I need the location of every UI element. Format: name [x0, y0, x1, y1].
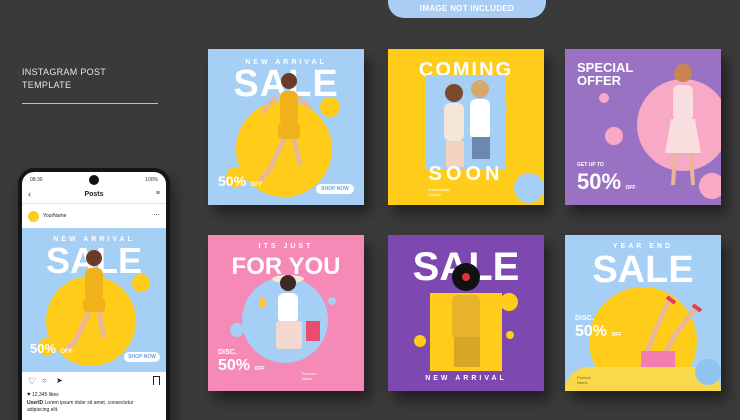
- card-note: Enthusiastic Started: [428, 187, 450, 197]
- get-up-to-label: GET UP TO: [577, 162, 604, 168]
- price-block: 50% OFF: [577, 169, 636, 195]
- yellow-ball: [506, 331, 514, 339]
- product-name-note: Product Name: [577, 375, 591, 385]
- disc-label: DISC.: [218, 349, 237, 356]
- price-value: 50%: [218, 357, 251, 374]
- canvas: IMAGE NOT INCLUDED INSTAGRAM POST TEMPLA…: [0, 0, 740, 420]
- two-models-figure: [444, 80, 490, 167]
- product-name-note: Product Name: [302, 371, 316, 381]
- caption: UserID Lorem ipsum dolor sit amet, conse…: [27, 400, 133, 406]
- price-block: 50% OFF: [575, 323, 621, 341]
- blue-ball: [328, 297, 336, 305]
- price-suffix: OFF: [625, 185, 636, 191]
- status-time: 08:30: [30, 177, 43, 183]
- post-card-new-arrival[interactable]: NEW ARRIVAL SALE 50% OFF SHOP NOW: [208, 49, 364, 205]
- card-kicker: ITS JUST: [258, 243, 314, 250]
- price-suffix: OFF: [611, 332, 622, 338]
- post-card-coming-soon[interactable]: COMING SOON Enthusiastic Started: [388, 49, 544, 205]
- image-not-included-tag: IMAGE NOT INCLUDED: [388, 0, 546, 18]
- post-price-suffix: OFF: [60, 349, 73, 355]
- shop-now-button[interactable]: SHOP NOW: [316, 184, 354, 194]
- yellow-ball: [500, 293, 518, 311]
- post-card-for-you[interactable]: ITS JUST FOR YOU DISC. 50% OFF Product N…: [208, 235, 364, 391]
- likes-count: ♥ 12,345 likes: [27, 392, 59, 398]
- caption-user[interactable]: UserID: [27, 400, 43, 406]
- card-bottom-label: NEW ARRIVAL: [425, 375, 507, 382]
- price-value: 50%: [575, 323, 608, 340]
- yellow-ball: [414, 335, 426, 347]
- post-card-special-offer[interactable]: SPECIAL OFFER GET UP TO 50% OFF: [565, 49, 721, 205]
- comment-icon[interactable]: ○: [42, 376, 47, 385]
- side-title: INSTAGRAM POST TEMPLATE: [22, 67, 107, 90]
- blue-ball: [500, 105, 507, 112]
- card-title: SALE: [592, 249, 694, 291]
- disc-label: DISC.: [575, 315, 594, 322]
- post-user-row: YourName ⋯: [22, 208, 166, 226]
- post-image[interactable]: NEW ARRIVAL SALE 50% OFF SHOP NOW: [22, 228, 166, 372]
- model-with-record-figure: [452, 263, 480, 367]
- bookmark-icon[interactable]: [153, 376, 160, 385]
- more-options-icon[interactable]: ⋯: [153, 211, 160, 219]
- caption-line-1: Lorem ipsum dolor sit amet, consectetur: [44, 400, 134, 406]
- post-price: 50% OFF: [30, 340, 72, 358]
- blue-ball: [230, 323, 244, 337]
- blue-ball: [514, 173, 544, 203]
- yellow-ball: [312, 129, 322, 139]
- side-divider: [22, 103, 158, 104]
- price-suffix: OFF: [254, 366, 265, 372]
- heart-icon[interactable]: ♡: [28, 376, 36, 387]
- share-icon[interactable]: ➤: [56, 376, 63, 385]
- post-price-value: 50%: [30, 341, 57, 356]
- post-card-sale-purple[interactable]: SALE NEW ARRIVAL: [388, 235, 544, 391]
- posts-header: ‹ Posts ≡: [22, 188, 166, 204]
- post-card-year-end[interactable]: YEAR END SALE DISC. 50% OFF Product Name: [565, 235, 721, 391]
- price-suffix: OFF: [250, 182, 263, 188]
- yellow-ball: [320, 97, 340, 117]
- model-figure: [665, 64, 701, 186]
- post-username[interactable]: YourName: [43, 213, 66, 219]
- phone-mockup: 08:30 100% ‹ Posts ≡ YourName ⋯ NEW ARRI…: [18, 168, 170, 420]
- menu-icon[interactable]: ≡: [156, 190, 160, 197]
- camera-notch: [89, 175, 99, 185]
- header-title: Posts: [84, 191, 104, 198]
- price-value: 50%: [577, 169, 622, 194]
- avatar[interactable]: [28, 211, 39, 222]
- pink-ball: [605, 127, 623, 145]
- likes-heart-icon: ♥: [27, 392, 31, 398]
- blue-ball: [695, 359, 721, 385]
- post-shop-now-button[interactable]: SHOP NOW: [124, 352, 160, 362]
- card-title: SPECIAL OFFER: [577, 60, 634, 88]
- likes-text: 12,345 likes: [31, 392, 59, 398]
- post-actions-bar: ♡ ○ ➤: [22, 375, 166, 389]
- status-battery: 100%: [145, 177, 158, 183]
- price-block: 50% OFF: [218, 173, 262, 191]
- yellow-ball: [132, 274, 150, 292]
- phone-screen: 08:30 100% ‹ Posts ≡ YourName ⋯ NEW ARRI…: [22, 172, 166, 420]
- price-block: 50% OFF: [218, 357, 264, 375]
- pink-ball: [599, 93, 609, 103]
- pink-ball: [699, 173, 721, 199]
- price-value: 50%: [218, 173, 247, 189]
- caption-line-2: adipiscing elit.: [27, 407, 59, 413]
